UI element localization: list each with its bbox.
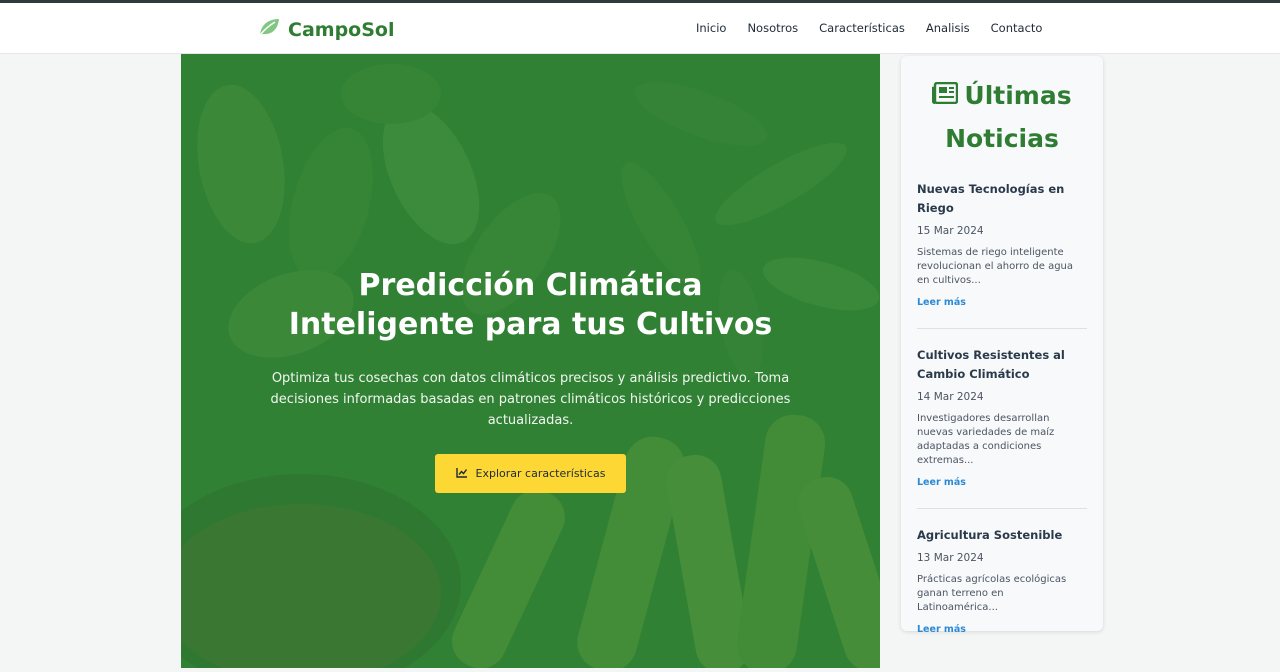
read-more-link[interactable]: Leer más — [917, 624, 966, 635]
navbar: CampoSol Inicio Nosotros Características… — [0, 3, 1280, 54]
news-summary: Prácticas agrícolas ecológicas ganan ter… — [917, 574, 1067, 613]
news-title[interactable]: Nuevas Tecnologías en Riego — [917, 180, 1087, 218]
news-item: Agricultura Sostenible 13 Mar 2024 Práct… — [917, 526, 1087, 655]
nav-link-contacto[interactable]: Contacto — [991, 21, 1043, 35]
news-heading: Últimas Noticias — [901, 74, 1103, 160]
nav-link-analisis[interactable]: Analisis — [926, 21, 970, 35]
news-sidebar: Últimas Noticias Nuevas Tecnologías en R… — [901, 56, 1103, 635]
hero-content: Predicción Climática Inteligente para tu… — [181, 266, 880, 493]
news-item: Cultivos Resistentes al Cambio Climático… — [917, 346, 1087, 509]
main-nav: Inicio Nosotros Características Analisis… — [696, 21, 1042, 35]
news-date: 14 Mar 2024 — [917, 391, 984, 403]
news-summary: Sistemas de riego inteligente revolucion… — [917, 247, 1074, 286]
news-date: 15 Mar 2024 — [917, 225, 984, 237]
news-date: 13 Mar 2024 — [917, 552, 984, 564]
news-heading-line1: Últimas — [964, 81, 1072, 110]
news-title[interactable]: Cultivos Resistentes al Cambio Climático — [917, 346, 1087, 384]
news-heading-line2: Noticias — [945, 124, 1059, 153]
hero-title: Predicción Climática Inteligente para tu… — [288, 268, 773, 342]
hero-section: Predicción Climática Inteligente para tu… — [181, 54, 880, 668]
news-title[interactable]: Agricultura Sostenible — [917, 526, 1087, 545]
news-item: Nuevas Tecnologías en Riego 15 Mar 2024 … — [917, 180, 1087, 329]
hero-subtitle: Optimiza tus cosechas con datos climátic… — [270, 371, 791, 428]
brand-name: CampoSol — [288, 18, 395, 41]
newspaper-icon — [932, 74, 959, 117]
brand-logo[interactable]: CampoSol — [258, 17, 394, 42]
nav-link-inicio[interactable]: Inicio — [696, 21, 726, 35]
read-more-link[interactable]: Leer más — [917, 297, 966, 308]
news-list: Nuevas Tecnologías en Riego 15 Mar 2024 … — [917, 180, 1087, 672]
chart-line-icon — [455, 467, 468, 481]
news-summary: Investigadores desarrollan nuevas varied… — [917, 413, 1055, 466]
read-more-link[interactable]: Leer más — [917, 477, 966, 488]
explore-features-label: Explorar características — [475, 467, 606, 480]
explore-features-button[interactable]: Explorar características — [434, 454, 627, 493]
nav-link-nosotros[interactable]: Nosotros — [747, 21, 798, 35]
leaf-icon — [258, 17, 280, 42]
nav-link-caracteristicas[interactable]: Características — [819, 21, 905, 35]
